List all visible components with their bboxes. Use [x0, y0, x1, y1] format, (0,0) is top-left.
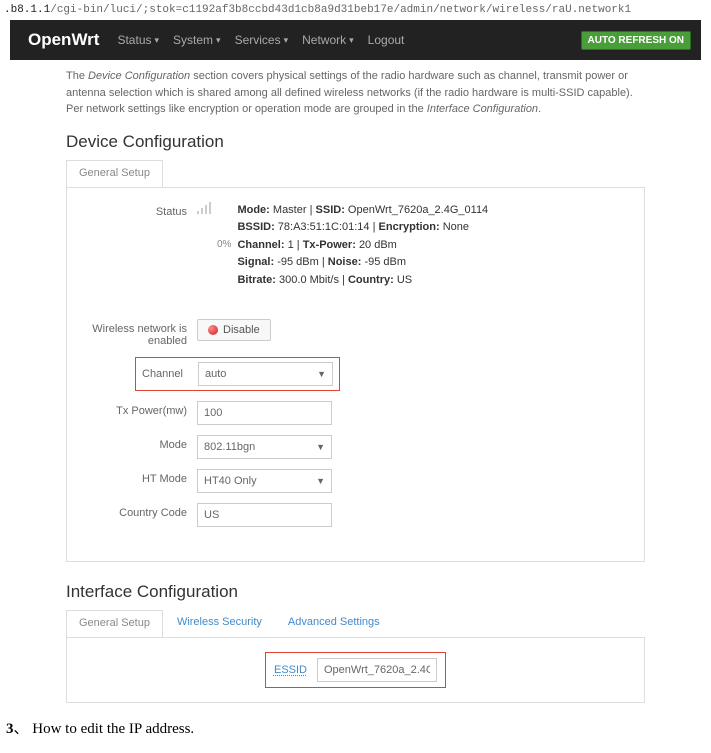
tab-iface-advanced[interactable]: Advanced Settings [276, 610, 392, 637]
htmode-select[interactable]: HT40 Only▼ [197, 469, 332, 493]
iface-panel: ESSID [66, 638, 645, 703]
url-bar: .b8.1.1/cgi-bin/luci/;stok=c1192af3b8ccb… [0, 0, 711, 20]
tab-iface-general[interactable]: General Setup [66, 610, 163, 637]
essid-input[interactable] [317, 658, 437, 682]
status-block: 0% Mode: Master | SSID: OpenWrt_7620a_2.… [197, 202, 634, 290]
signal-percent: 0% [217, 237, 231, 253]
nav-network[interactable]: Network▾ [302, 33, 354, 47]
signal-icon [197, 202, 213, 214]
channel-label: Channel [142, 368, 198, 380]
iface-config-title: Interface Configuration [66, 582, 645, 602]
tab-iface-security[interactable]: Wireless Security [165, 610, 274, 637]
device-config-title: Device Configuration [66, 132, 645, 152]
nav-system[interactable]: System▾ [173, 33, 221, 47]
disable-button[interactable]: Disable [197, 319, 271, 341]
auto-refresh-button[interactable]: AUTO REFRESH ON [581, 31, 692, 50]
status-label: Status [77, 202, 197, 218]
nav-services[interactable]: Services▾ [235, 33, 289, 47]
device-tabs: General Setup [66, 160, 645, 188]
essid-highlight: ESSID [265, 652, 446, 688]
brand: OpenWrt [28, 30, 99, 50]
txpower-input[interactable] [197, 401, 332, 425]
country-input[interactable] [197, 503, 332, 527]
iface-tabs: General Setup Wireless Security Advanced… [66, 610, 645, 638]
essid-label: ESSID [274, 664, 307, 676]
device-panel: Status 0% Mode: Master | SSID: OpenWrt_7… [66, 188, 645, 563]
country-label: Country Code [77, 503, 197, 519]
stop-icon [208, 325, 218, 335]
channel-highlight: Channel auto▼ [135, 357, 340, 391]
navbar: OpenWrt Status▾ System▾ Services▾ Networ… [10, 20, 701, 60]
mode-label: Mode [77, 435, 197, 451]
wireless-enabled-label: Wireless network is enabled [77, 319, 197, 347]
txpower-label: Tx Power(mw) [77, 401, 197, 417]
nav-status[interactable]: Status▾ [117, 33, 159, 47]
intro-text: The Device Configuration section covers … [66, 68, 645, 118]
tab-general-setup[interactable]: General Setup [66, 160, 163, 187]
nav-logout[interactable]: Logout [368, 33, 405, 47]
channel-select[interactable]: auto▼ [198, 362, 333, 386]
htmode-label: HT Mode [77, 469, 197, 485]
footer-instruction: 3、 How to edit the IP address. [0, 703, 711, 752]
mode-select[interactable]: 802.11bgn▼ [197, 435, 332, 459]
